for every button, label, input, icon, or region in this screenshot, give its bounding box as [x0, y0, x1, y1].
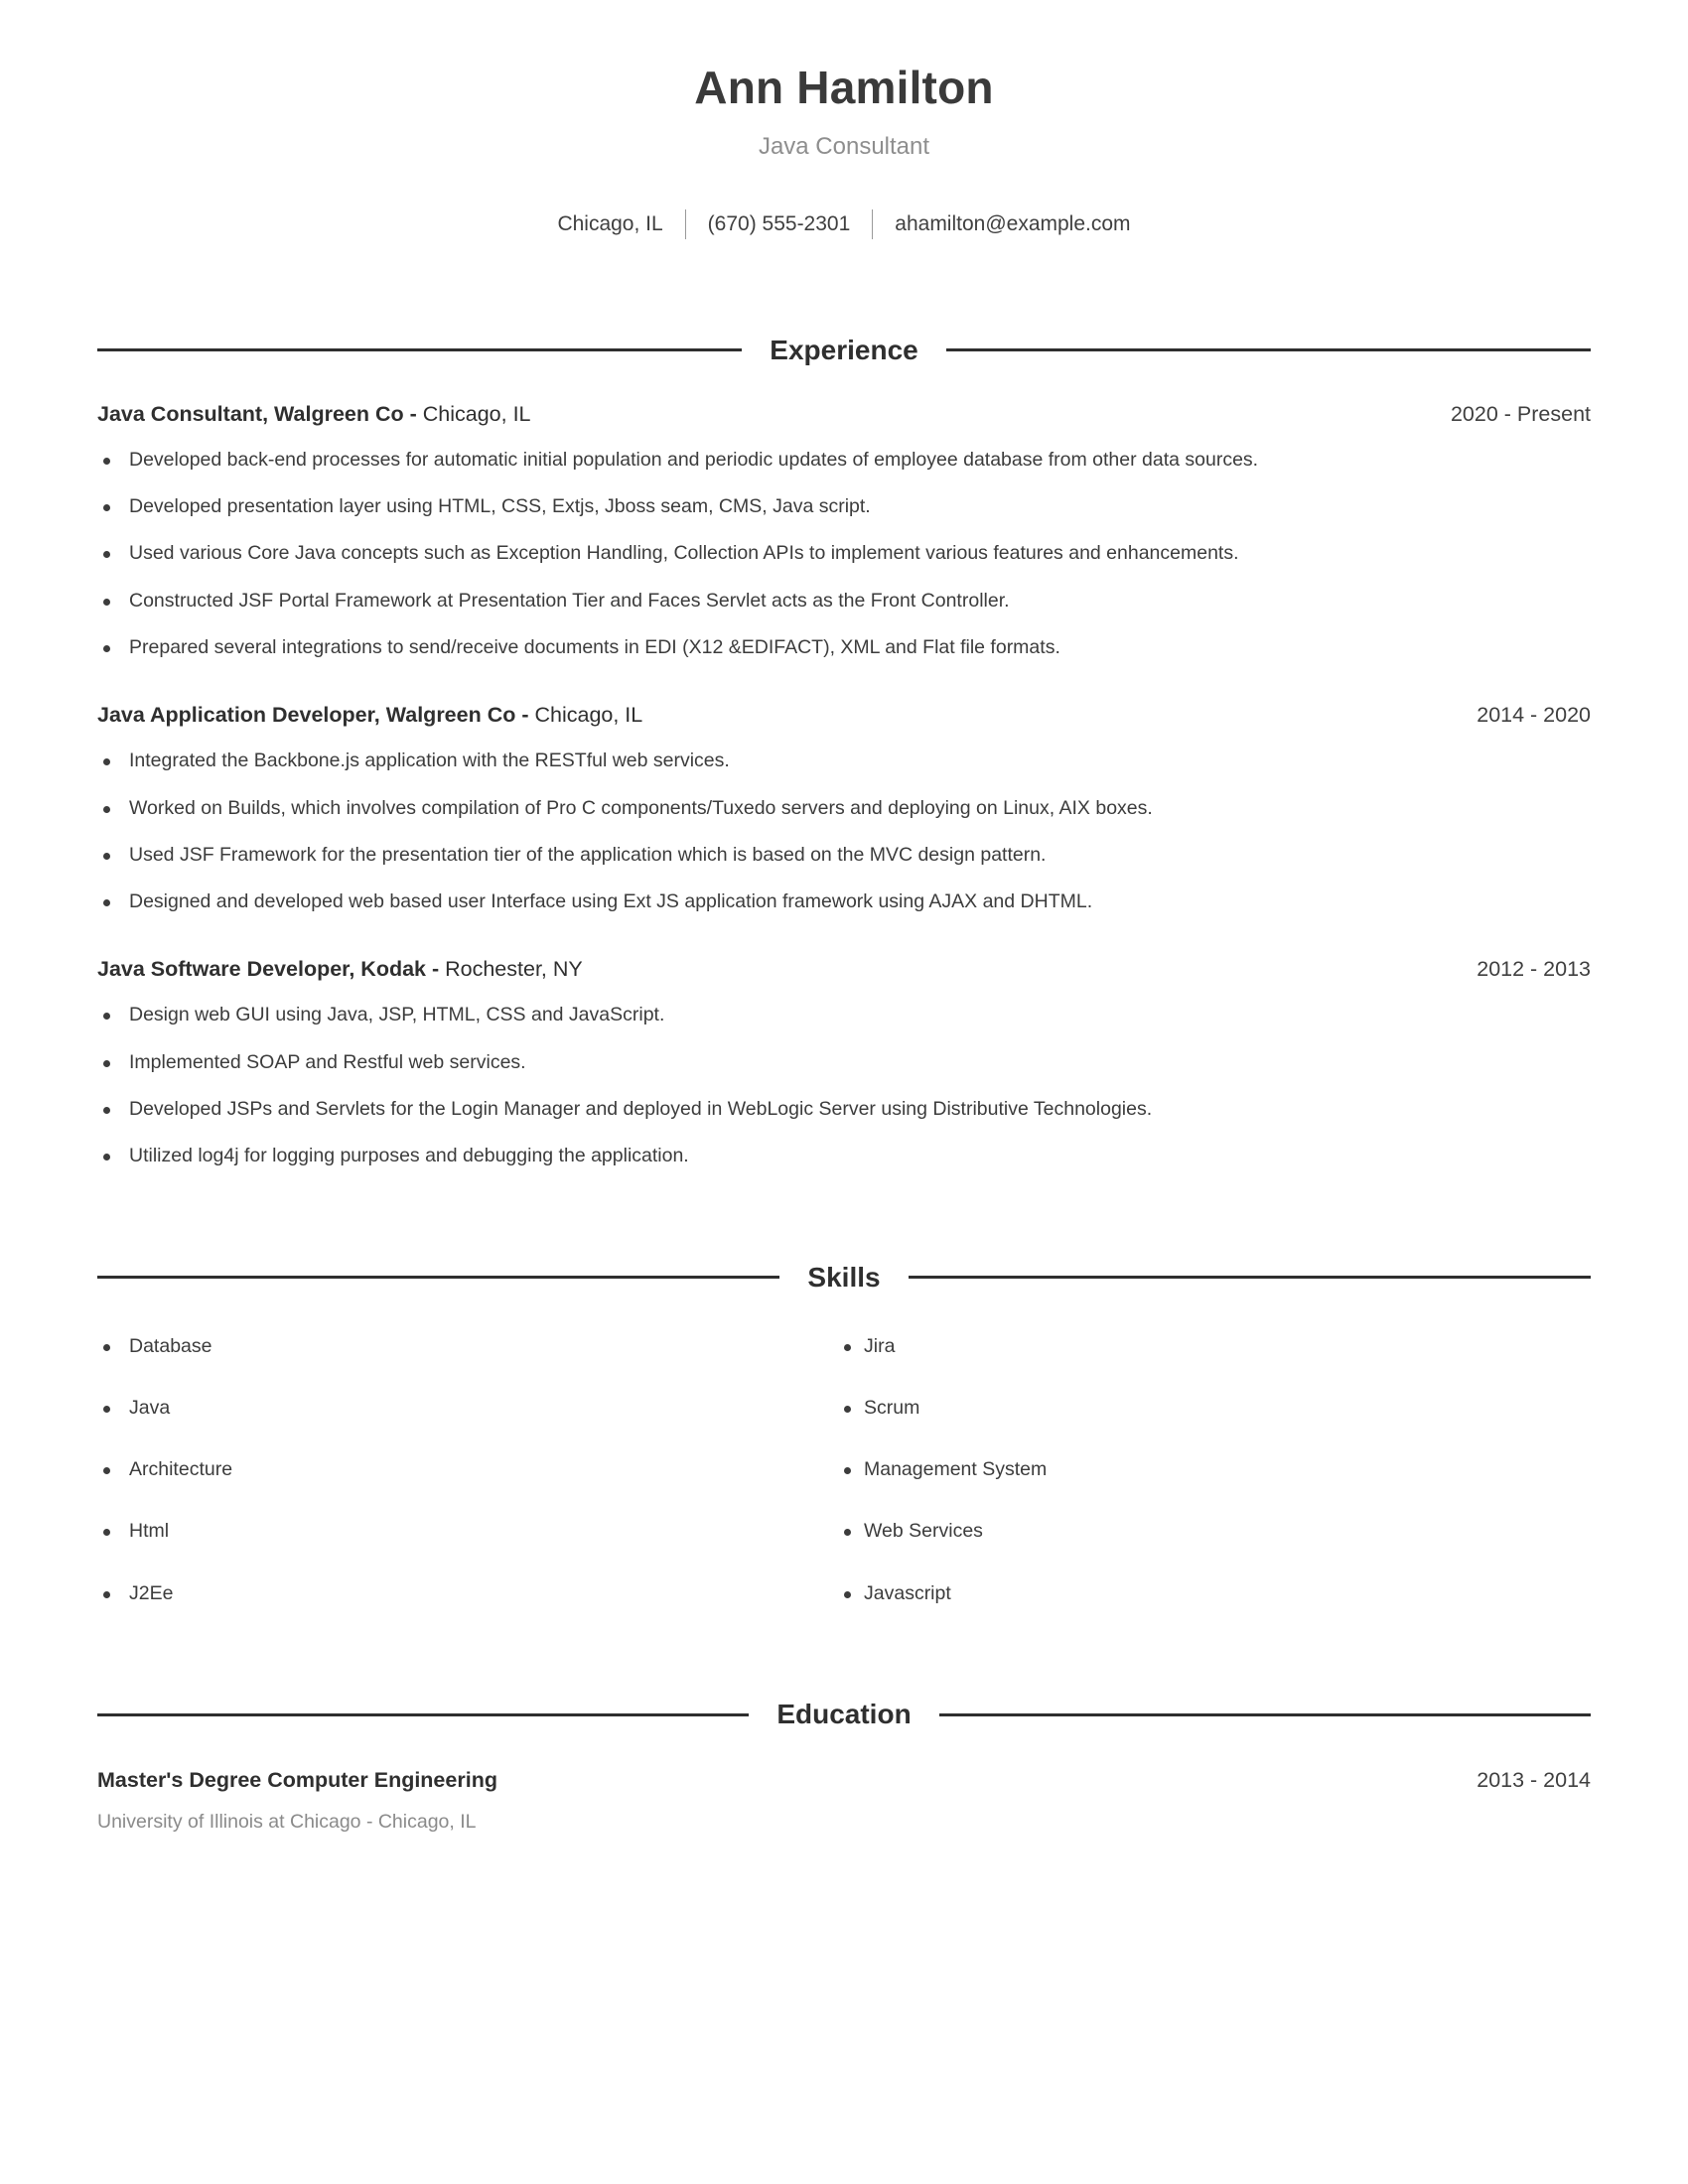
experience-bullets: Design web GUI using Java, JSP, HTML, CS…	[97, 1002, 1591, 1169]
education-entry-head: Master's Degree Computer Engineering 201…	[97, 1766, 1591, 1795]
experience-dates: 2014 - 2020	[1477, 703, 1591, 728]
experience-dates: 2012 - 2013	[1477, 957, 1591, 982]
section-experience: Experience Java Consultant, Walgreen Co …	[97, 334, 1592, 1170]
contact-location: Chicago, IL	[557, 212, 663, 236]
heading-rule-right	[938, 1712, 1591, 1716]
candidate-job-title: Java Consultant	[758, 132, 930, 160]
education-heading: Education	[97, 1699, 1591, 1730]
heading-rule-right	[908, 1276, 1592, 1280]
experience-entry-head: Java Consultant, Walgreen Co - Chicago, …	[97, 400, 1591, 429]
list-item: Management System	[844, 1456, 1591, 1483]
education-degree: Master's Degree Computer Engineering	[97, 1768, 497, 1793]
list-item: Prepared several integrations to send/re…	[97, 634, 1591, 661]
list-item: Database	[97, 1333, 844, 1360]
section-title-education: Education	[776, 1699, 912, 1730]
experience-dates: 2020 - Present	[1450, 401, 1591, 426]
experience-bullets: Integrated the Backbone.js application w…	[97, 748, 1591, 915]
experience-role-location: Rochester, NY	[439, 957, 583, 982]
education-school: University of Illinois at Chicago - Chic…	[97, 1811, 477, 1834]
experience-entry: Java Consultant, Walgreen Co - Chicago, …	[97, 400, 1591, 662]
section-title-experience: Experience	[770, 334, 918, 365]
resume-page: Ann Hamilton Java Consultant Chicago, IL…	[0, 0, 1688, 2184]
contact-email[interactable]: ahamilton@example.com	[873, 210, 1152, 237]
contact-line: Chicago, IL (670) 555-2301 ahamilton@exa…	[97, 208, 1591, 239]
heading-rule-right	[945, 348, 1592, 352]
education-dates: 2013 - 2014	[1477, 1768, 1591, 1793]
candidate-name: Ann Hamilton	[694, 62, 994, 113]
list-item: Developed back-end processes for automat…	[97, 447, 1591, 474]
education-entry: Master's Degree Computer Engineering 201…	[97, 1766, 1591, 1835]
experience-role: Java Consultant, Walgreen Co - Chicago, …	[97, 400, 531, 429]
experience-entry: Java Application Developer, Walgreen Co …	[97, 701, 1591, 915]
list-item: Implemented SOAP and Restful web service…	[97, 1049, 1591, 1076]
list-item: Scrum	[844, 1395, 1591, 1422]
list-item: Web Services	[844, 1518, 1591, 1545]
list-item: Architecture	[97, 1456, 844, 1483]
experience-role-title: Java Consultant, Walgreen Co -	[97, 401, 417, 426]
experience-heading: Experience	[97, 334, 1592, 366]
section-skills: Skills Database Java Architecture Html J…	[97, 1261, 1592, 1607]
experience-bullets: Developed back-end processes for automat…	[97, 447, 1591, 661]
experience-entry: Java Software Developer, Kodak - Rochest…	[97, 955, 1591, 1169]
list-item: Jira	[844, 1333, 1591, 1360]
list-item: Developed presentation layer using HTML,…	[97, 493, 1591, 520]
experience-role-title: Java Software Developer, Kodak -	[97, 957, 440, 982]
experience-role: Java Application Developer, Walgreen Co …	[97, 701, 642, 730]
skills-heading: Skills	[97, 1261, 1592, 1294]
experience-role: Java Software Developer, Kodak - Rochest…	[97, 955, 583, 984]
skills-grid: Database Java Architecture Html J2Ee Jir…	[97, 1333, 1591, 1607]
list-item: Worked on Builds, which involves compila…	[97, 795, 1591, 822]
experience-role-location: Chicago, IL	[416, 401, 531, 426]
resume-header: Ann Hamilton Java Consultant Chicago, IL…	[97, 0, 1591, 239]
experience-role-title: Java Application Developer, Walgreen Co …	[97, 703, 529, 728]
list-item: Constructed JSF Portal Framework at Pres…	[97, 588, 1591, 614]
list-item: Integrated the Backbone.js application w…	[97, 748, 1591, 774]
experience-role-location: Chicago, IL	[528, 703, 643, 728]
skills-column-right: Jira Scrum Management System Web Service…	[844, 1333, 1591, 1607]
section-title-skills: Skills	[807, 1261, 881, 1293]
list-item: Javascript	[844, 1580, 1591, 1607]
list-item: Utilized log4j for logging purposes and …	[97, 1143, 1591, 1169]
section-education: Education Master's Degree Computer Engin…	[97, 1699, 1591, 1835]
experience-entry-head: Java Software Developer, Kodak - Rochest…	[97, 955, 1591, 984]
list-item: Java	[97, 1395, 844, 1422]
list-item: Developed JSPs and Servlets for the Logi…	[97, 1096, 1591, 1123]
list-item: Designed and developed web based user In…	[97, 888, 1591, 915]
heading-rule-left	[97, 1712, 750, 1716]
list-item: J2Ee	[97, 1580, 844, 1607]
list-item: Html	[97, 1518, 844, 1545]
contact-phone[interactable]: (670) 555-2301	[686, 210, 873, 237]
heading-rule-left	[97, 1276, 780, 1280]
list-item: Used various Core Java concepts such as …	[97, 540, 1591, 567]
heading-rule-left	[97, 348, 743, 352]
list-item: Design web GUI using Java, JSP, HTML, CS…	[97, 1002, 1591, 1028]
experience-entry-head: Java Application Developer, Walgreen Co …	[97, 701, 1591, 730]
list-item: Used JSF Framework for the presentation …	[97, 842, 1591, 869]
skills-column-left: Database Java Architecture Html J2Ee	[97, 1333, 844, 1607]
